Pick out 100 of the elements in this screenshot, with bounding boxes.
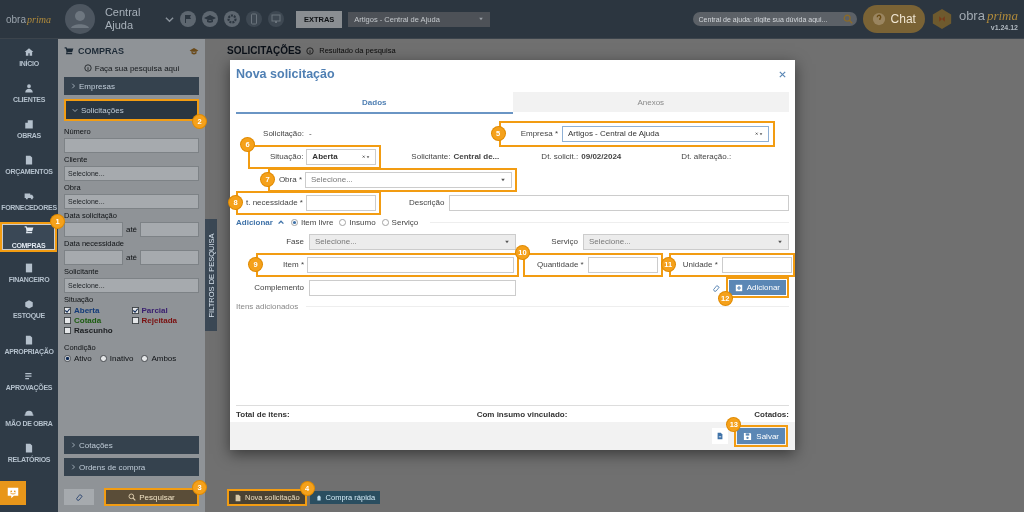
radio-option[interactable]: Serviço — [381, 217, 419, 227]
page-title: SOLICITAÇÕES — [227, 45, 302, 56]
checkbox-icon[interactable] — [64, 317, 71, 324]
caret-icon[interactable] — [276, 218, 285, 226]
date-field[interactable] — [64, 250, 123, 265]
radio-icon[interactable] — [64, 355, 71, 362]
section-heading: Itens adicionados — [236, 301, 299, 311]
radio-icon[interactable] — [141, 355, 149, 362]
field-label: Empresa * — [520, 129, 558, 138]
field-label: Quantidade * — [537, 260, 584, 269]
radio-option[interactable]: Item livre — [290, 217, 334, 227]
status-checkbox[interactable]: Rejeitada — [131, 316, 199, 325]
caret-icon — [777, 238, 783, 245]
field-label: Descrição — [408, 198, 445, 207]
checkbox-icon[interactable] — [64, 327, 71, 334]
add-section-toggle[interactable]: Adicionar — [236, 217, 273, 227]
clear-button[interactable] — [64, 489, 94, 505]
search-icon — [128, 493, 137, 501]
settings-icon[interactable] — [223, 11, 240, 27]
field-label: Solicitação: — [262, 129, 304, 138]
radio-option[interactable]: Insumo — [339, 217, 376, 227]
description-field[interactable] — [448, 194, 789, 211]
save-button[interactable]: Salvar — [737, 428, 785, 444]
field-label: Complemento — [253, 283, 304, 292]
date-field[interactable] — [64, 222, 123, 237]
status-checkbox[interactable]: Rascunho — [64, 326, 132, 335]
user-icon — [24, 83, 34, 93]
accordion-header[interactable]: Ordens de compra — [64, 458, 199, 476]
company-select[interactable]: Artigos - Central de Ajuda — [562, 125, 769, 142]
radio-option[interactable]: Ambos — [141, 354, 177, 363]
save-icon — [743, 431, 753, 441]
quantity-field[interactable] — [587, 256, 658, 273]
checkbox-icon[interactable] — [131, 307, 139, 314]
cart-icon — [23, 225, 34, 235]
cart-icon — [64, 46, 74, 56]
info-value: Central de... — [453, 152, 500, 161]
project-select[interactable]: Selecione... — [305, 171, 512, 188]
search-button[interactable]: Pesquisar — [106, 490, 197, 504]
field-label: Situação: — [270, 152, 304, 161]
clear-caret-icon[interactable] — [362, 152, 371, 161]
field-label: Item * — [282, 260, 304, 269]
brand-logo-icon — [930, 8, 953, 30]
list-icon — [24, 371, 34, 381]
document-icon — [24, 443, 34, 453]
input-field[interactable] — [64, 138, 199, 153]
clear-caret-icon[interactable] — [755, 129, 763, 138]
complement-field[interactable] — [309, 279, 516, 296]
chevron-down-icon[interactable] — [164, 14, 174, 24]
document-icon — [24, 155, 34, 165]
user-name: Central Ajuda — [104, 6, 142, 32]
app-logo[interactable]: obraprima — [6, 13, 51, 25]
radio-icon[interactable] — [99, 355, 107, 362]
status-checkbox[interactable]: Aberta — [64, 306, 132, 315]
add-button[interactable]: Adicionar — [728, 280, 786, 295]
radio-option[interactable]: Inativo — [99, 354, 134, 363]
chat-widget-button[interactable] — [0, 481, 26, 505]
checkbox-icon[interactable] — [64, 307, 71, 314]
eraser-icon[interactable] — [711, 283, 720, 292]
accordion-header[interactable]: Empresas — [64, 77, 199, 95]
close-icon[interactable] — [778, 69, 787, 79]
date-field[interactable] — [305, 194, 376, 211]
home-icon — [24, 47, 34, 57]
building-icon — [24, 119, 34, 129]
date-field[interactable] — [140, 250, 199, 265]
radio-icon[interactable] — [381, 218, 389, 226]
info-value: 09/02/2024 — [581, 152, 622, 161]
chat-button[interactable]: Chat — [862, 5, 925, 33]
date-field[interactable] — [140, 222, 199, 237]
status-checkbox[interactable]: Parcial — [131, 306, 199, 315]
radio-icon[interactable] — [339, 218, 347, 226]
radio-option[interactable]: Ativo — [64, 354, 92, 363]
total-label: Total de itens: — [236, 410, 290, 419]
item-field[interactable] — [307, 256, 514, 273]
info-label: Dt. solicit.: — [541, 152, 579, 161]
panel-title: COMPRAS — [78, 46, 124, 56]
field-value: - — [309, 129, 312, 138]
status-select[interactable]: Aberta — [306, 148, 377, 165]
field-label: Fase — [285, 237, 304, 246]
range-separator: até — [125, 253, 138, 262]
checkbox-icon[interactable] — [131, 317, 139, 324]
phone-icon[interactable] — [245, 11, 262, 27]
search-icon[interactable] — [842, 14, 853, 24]
monitor-icon[interactable] — [267, 11, 284, 27]
question-icon — [871, 12, 886, 26]
accordion-header[interactable]: Cotações — [64, 436, 199, 454]
graduation-cap-icon[interactable] — [201, 11, 218, 27]
avatar-icon[interactable] — [64, 4, 95, 34]
accordion-header[interactable]: Solicitações — [66, 101, 197, 119]
unit-field[interactable] — [721, 256, 792, 273]
field-label: Obra * — [277, 175, 302, 184]
tab[interactable]: Anexos — [512, 92, 789, 112]
document-button[interactable] — [712, 428, 729, 444]
info-label: Dt. alteração.: — [681, 152, 732, 161]
caret-icon — [478, 16, 485, 22]
graduation-cap-icon[interactable] — [189, 46, 199, 56]
hint-text: Faça sua pesquisa aqui — [94, 63, 180, 73]
flag-icon[interactable] — [179, 11, 196, 27]
radio-icon[interactable] — [290, 218, 298, 226]
plus-icon — [734, 283, 743, 292]
brand-name: obraprima — [958, 7, 1018, 24]
